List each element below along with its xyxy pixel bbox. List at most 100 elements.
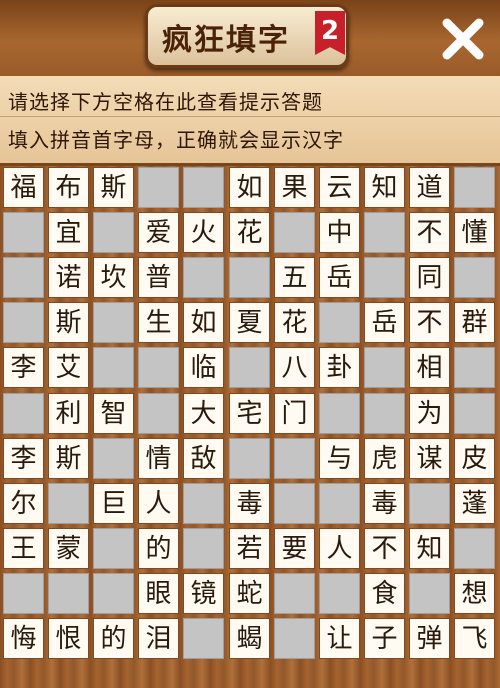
grid-cell-filled[interactable]: 不 [364,528,405,569]
grid-cell-filled[interactable]: 夏 [229,302,270,343]
grid-cell-filled[interactable]: 毒 [229,483,270,524]
grid-cell-filled[interactable]: 飞 [454,618,495,659]
grid-cell-filled[interactable]: 恨 [48,618,89,659]
grid-cell-filled[interactable]: 门 [274,393,315,434]
grid-cell-blocked [319,483,360,524]
grid-cell-filled[interactable]: 花 [229,212,270,253]
grid-cell-blocked [274,212,315,253]
grid-cell-filled[interactable]: 敌 [183,438,224,479]
grid-cell-filled[interactable]: 为 [409,393,450,434]
grid-cell-filled[interactable]: 如 [183,302,224,343]
grid-cell-filled[interactable]: 果 [274,167,315,208]
grid-cell-filled[interactable]: 想 [454,573,495,614]
grid-cell-blocked [454,257,495,298]
grid-cell-filled[interactable]: 道 [409,167,450,208]
grid-cell-filled[interactable]: 尔 [3,483,44,524]
grid-cell-filled[interactable]: 眼 [138,573,179,614]
grid-cell-filled[interactable]: 子 [364,618,405,659]
grid-cell-filled[interactable]: 卦 [319,347,360,388]
grid-cell-filled[interactable]: 巨 [93,483,134,524]
grid-cell-filled[interactable]: 爱 [138,212,179,253]
grid-cell-filled[interactable]: 谋 [409,438,450,479]
grid-cell-blocked [183,167,224,208]
grid-cell-filled[interactable]: 泪 [138,618,179,659]
grid-cell-filled[interactable]: 蝎 [229,618,270,659]
grid-cell-filled[interactable]: 斯 [48,438,89,479]
grid-cell-filled[interactable]: 临 [183,347,224,388]
grid-cell-filled[interactable]: 八 [274,347,315,388]
grid-cell-filled[interactable]: 智 [93,393,134,434]
grid-cell-filled[interactable]: 群 [454,302,495,343]
grid-cell-filled[interactable]: 的 [93,618,134,659]
grid-cell-blocked [183,257,224,298]
grid-cell-filled[interactable]: 中 [319,212,360,253]
grid-cell-filled[interactable]: 若 [229,528,270,569]
grid-cell-filled[interactable]: 蒙 [48,528,89,569]
grid-cell-filled[interactable]: 艾 [48,347,89,388]
grid-cell-filled[interactable]: 情 [138,438,179,479]
title-plaque: 疯狂填字 2 [145,4,349,68]
grid-cell-filled[interactable]: 相 [409,347,450,388]
grid-cell-blocked [364,212,405,253]
hint-divider [0,116,500,117]
grid-cell-blocked [229,257,270,298]
hint-panel: 请选择下方空格在此查看提示答题 填入拼音首字母，正确就会显示汉字 [0,76,500,166]
grid-cell-filled[interactable]: 懂 [454,212,495,253]
grid-cell-filled[interactable]: 不 [409,302,450,343]
grid-cell-filled[interactable]: 岳 [319,257,360,298]
grid-cell-filled[interactable]: 与 [319,438,360,479]
grid-cell-blocked [274,438,315,479]
grid-cell-filled[interactable]: 皮 [454,438,495,479]
grid-cell-blocked [454,528,495,569]
grid-cell-filled[interactable]: 弹 [409,618,450,659]
grid-cell-filled[interactable]: 诺 [48,257,89,298]
grid-cell-filled[interactable]: 不 [409,212,450,253]
grid-cell-blocked [3,257,44,298]
grid-cell-filled[interactable]: 人 [319,528,360,569]
grid-cell-filled[interactable]: 火 [183,212,224,253]
grid-cell-filled[interactable]: 的 [138,528,179,569]
grid-cell-blocked [93,347,134,388]
grid-cell-filled[interactable]: 毒 [364,483,405,524]
grid-cell-filled[interactable]: 知 [409,528,450,569]
close-button[interactable] [438,14,488,64]
grid-cell-filled[interactable]: 镜 [183,573,224,614]
grid-cell-filled[interactable]: 人 [138,483,179,524]
grid-cell-filled[interactable]: 宅 [229,393,270,434]
grid-cell-filled[interactable]: 斯 [93,167,134,208]
grid-cell-filled[interactable]: 要 [274,528,315,569]
grid-cell-filled[interactable]: 云 [319,167,360,208]
grid-cell-filled[interactable]: 生 [138,302,179,343]
grid-cell-filled[interactable]: 大 [183,393,224,434]
grid-cell-filled[interactable]: 王 [3,528,44,569]
grid-cell-filled[interactable]: 如 [229,167,270,208]
grid-cell-filled[interactable]: 悔 [3,618,44,659]
grid-cell-blocked [454,393,495,434]
grid-cell-filled[interactable]: 斯 [48,302,89,343]
grid-cell-blocked [183,483,224,524]
top-bar: 疯狂填字 2 [0,0,500,76]
grid-cell-filled[interactable]: 虎 [364,438,405,479]
grid-cell-filled[interactable]: 岳 [364,302,405,343]
grid-cell-blocked [454,167,495,208]
grid-cell-filled[interactable]: 利 [48,393,89,434]
grid-cell-filled[interactable]: 花 [274,302,315,343]
grid-cell-filled[interactable]: 知 [364,167,405,208]
grid-cell-filled[interactable]: 蓬 [454,483,495,524]
grid-cell-blocked [3,573,44,614]
grid-cell-filled[interactable]: 福 [3,167,44,208]
grid-cell-filled[interactable]: 坎 [93,257,134,298]
grid-cell-blocked [319,573,360,614]
grid-cell-blocked [93,438,134,479]
grid-cell-filled[interactable]: 五 [274,257,315,298]
grid-cell-filled[interactable]: 布 [48,167,89,208]
grid-cell-filled[interactable]: 蛇 [229,573,270,614]
grid-cell-filled[interactable]: 普 [138,257,179,298]
grid-cell-filled[interactable]: 宜 [48,212,89,253]
game-title: 疯狂填字 [162,23,290,58]
grid-cell-filled[interactable]: 食 [364,573,405,614]
grid-cell-filled[interactable]: 同 [409,257,450,298]
grid-cell-filled[interactable]: 李 [3,438,44,479]
grid-cell-filled[interactable]: 李 [3,347,44,388]
grid-cell-filled[interactable]: 让 [319,618,360,659]
